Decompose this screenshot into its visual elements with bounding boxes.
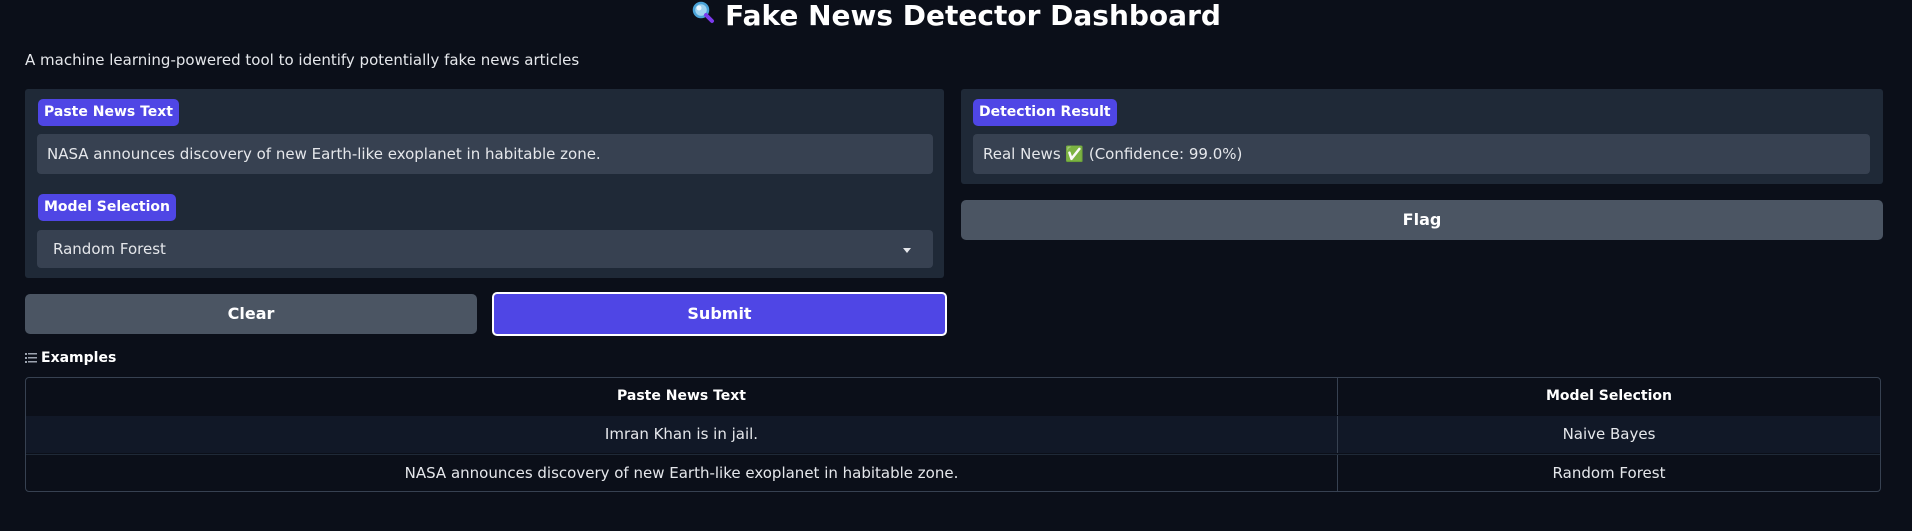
list-icon — [25, 351, 37, 363]
news-text-input[interactable]: NASA announces discovery of new Earth-li… — [37, 134, 933, 174]
model-dropdown-value: Random Forest — [53, 240, 166, 258]
column-header-model: Model Selection — [1546, 388, 1672, 404]
flag-button[interactable]: Flag — [961, 200, 1883, 240]
examples-heading-text: Examples — [41, 350, 117, 366]
output-panel: Detection Result Real News ✅ (Confidence… — [961, 89, 1883, 184]
page: Fake News Detector Dashboard A machine l… — [0, 0, 1912, 531]
example-model-cell[interactable]: Random Forest — [1337, 455, 1880, 491]
example-news-text-cell[interactable]: NASA announces discovery of new Earth-li… — [26, 455, 1338, 491]
title-text: Fake News Detector Dashboard — [725, 0, 1221, 32]
detection-result-output: Real News ✅ (Confidence: 99.0%) — [973, 134, 1870, 174]
page-title: Fake News Detector Dashboard — [0, 0, 1912, 32]
chevron-down-icon — [903, 248, 911, 253]
subtitle: A machine learning-powered tool to ident… — [25, 51, 580, 69]
submit-button[interactable]: Submit — [492, 292, 947, 336]
example-model-cell[interactable]: Naive Bayes — [1337, 416, 1880, 453]
magnifier-icon — [691, 0, 715, 32]
table-header-row: Paste News Text Model Selection — [26, 378, 1880, 415]
table-row[interactable]: NASA announces discovery of new Earth-li… — [26, 454, 1880, 491]
input-panel: Paste News Text NASA announces discovery… — [25, 89, 944, 278]
column-header-news-text: Paste News Text — [26, 378, 1338, 415]
model-dropdown[interactable]: Random Forest — [37, 230, 933, 268]
news-text-label: Paste News Text — [38, 99, 179, 126]
model-selection-label: Model Selection — [38, 194, 176, 221]
examples-heading: Examples — [25, 350, 116, 366]
clear-button[interactable]: Clear — [25, 294, 477, 334]
table-row[interactable]: Imran Khan is in jail. Naive Bayes — [26, 416, 1880, 453]
example-news-text-cell[interactable]: Imran Khan is in jail. — [26, 416, 1338, 453]
examples-table: Paste News Text Model Selection Imran Kh… — [25, 377, 1881, 492]
detection-result-label: Detection Result — [973, 99, 1117, 126]
